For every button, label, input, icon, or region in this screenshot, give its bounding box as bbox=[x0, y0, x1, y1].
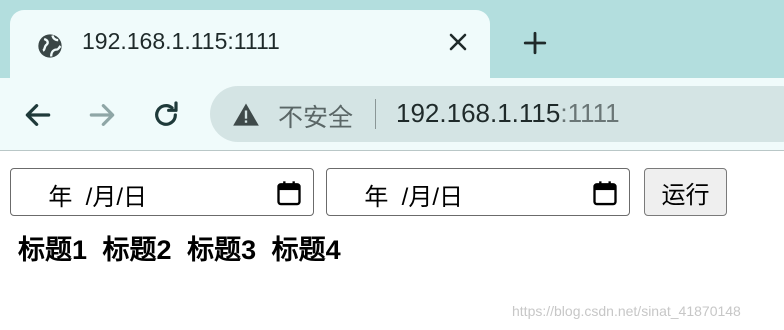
security-status-text[interactable]: 不安全 bbox=[278, 98, 353, 134]
tab-title: 192.168.1.115:1111 bbox=[82, 28, 280, 54]
browser-toolbar: 不安全 192.168.1.115:1111 bbox=[0, 78, 784, 151]
tab-strip: 192.168.1.115:1111 bbox=[0, 0, 784, 78]
plus-icon[interactable] bbox=[522, 30, 548, 56]
heading-row: 标题1 标题2 标题3 标题4 bbox=[18, 228, 341, 267]
run-button[interactable]: 运行 bbox=[644, 168, 727, 216]
warning-icon[interactable] bbox=[232, 101, 260, 127]
reload-icon[interactable] bbox=[150, 99, 182, 131]
browser-tab[interactable]: 192.168.1.115:1111 bbox=[10, 10, 490, 78]
heading-4: 标题4 bbox=[271, 235, 341, 265]
heading-3: 标题3 bbox=[187, 235, 257, 265]
address-bar-divider bbox=[375, 99, 376, 129]
start-date-value: 年 /月/日 bbox=[35, 184, 148, 211]
url-port: :1111 bbox=[560, 98, 620, 128]
forward-arrow-icon[interactable] bbox=[86, 99, 118, 131]
back-arrow-icon[interactable] bbox=[22, 99, 54, 131]
heading-1: 标题1 bbox=[18, 235, 88, 265]
address-bar[interactable]: 不安全 192.168.1.115:1111 bbox=[210, 86, 784, 142]
end-date-value: 年 /月/日 bbox=[351, 184, 464, 211]
watermark-text: https://blog.csdn.net/sinat_41870148 bbox=[512, 303, 741, 319]
calendar-icon[interactable] bbox=[591, 179, 619, 207]
url-text[interactable]: 192.168.1.115:1111 bbox=[396, 98, 620, 129]
start-date-input[interactable]: 年 /月/日 bbox=[10, 168, 314, 216]
heading-2: 标题2 bbox=[102, 235, 172, 265]
calendar-icon[interactable] bbox=[275, 179, 303, 207]
url-host: 192.168.1.115 bbox=[396, 98, 561, 128]
globe-icon bbox=[38, 34, 62, 58]
close-icon[interactable] bbox=[446, 30, 470, 54]
end-date-input[interactable]: 年 /月/日 bbox=[326, 168, 630, 216]
